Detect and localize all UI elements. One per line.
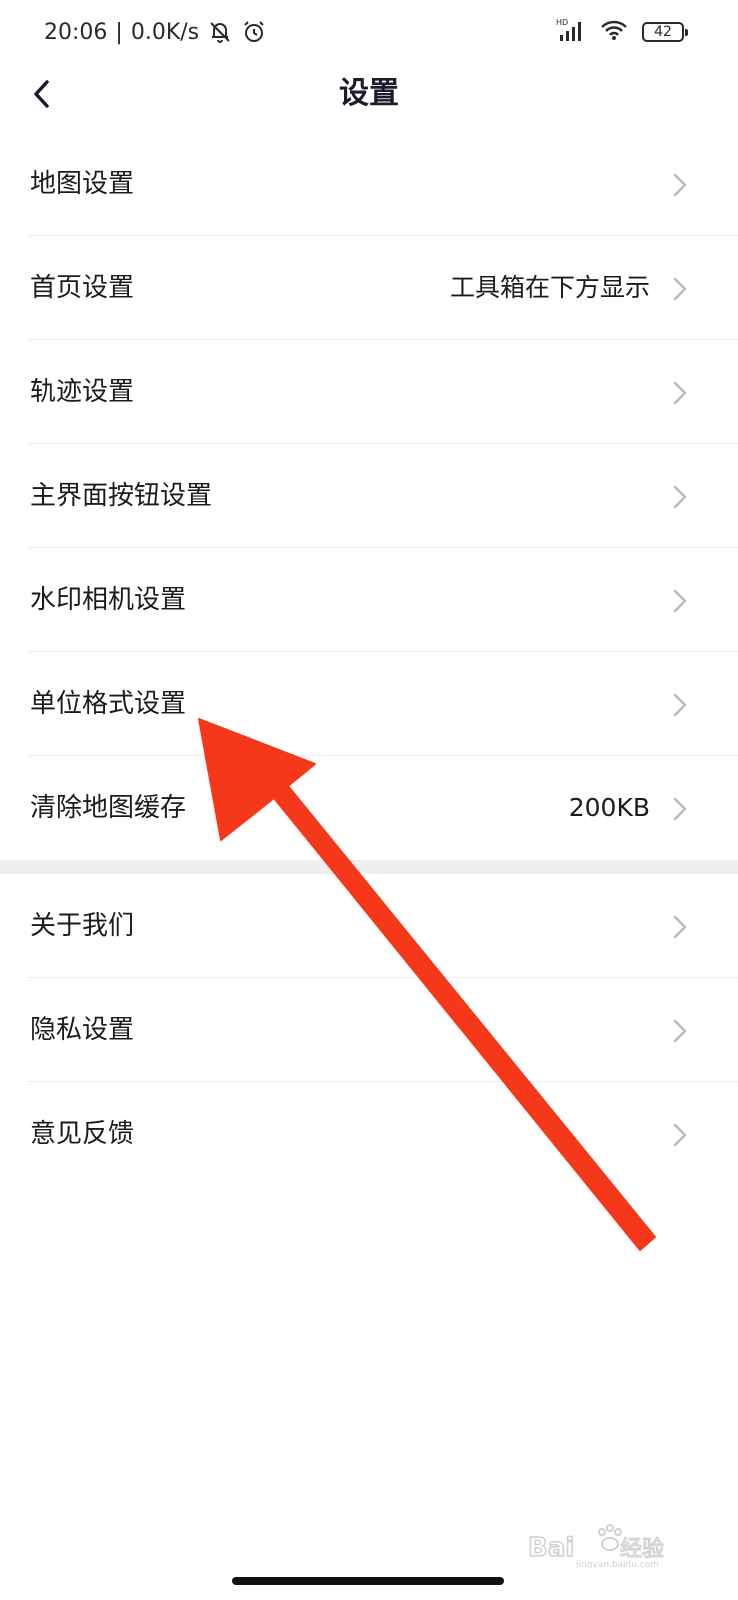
settings-row-label: 轨迹设置 xyxy=(30,377,135,407)
svg-text:Bai: Bai xyxy=(528,1533,574,1563)
chevron-right-icon xyxy=(673,485,687,509)
status-right: HD 42 xyxy=(556,17,688,47)
settings-row-value: 工具箱在下方显示 xyxy=(449,273,650,302)
chevron-right-icon xyxy=(673,1019,687,1043)
section-divider xyxy=(0,860,738,874)
status-separator: | xyxy=(115,19,123,45)
settings-row-label: 单位格式设置 xyxy=(30,689,187,719)
svg-text:jingyan.baidu.com: jingyan.baidu.com xyxy=(575,1560,659,1568)
battery-level: 42 xyxy=(654,24,672,40)
settings-row-value: 200KB xyxy=(568,793,650,822)
settings-row-group1-0[interactable]: 地图设置 xyxy=(0,132,738,236)
svg-text:经验: 经验 xyxy=(620,1537,664,1562)
bell-off-icon xyxy=(207,19,233,45)
settings-row-label: 意见反馈 xyxy=(30,1119,135,1149)
svg-text:HD: HD xyxy=(556,18,568,27)
status-bar: 20:06 | 0.0K/s HD 42 xyxy=(0,0,738,66)
status-left: 20:06 | 0.0K/s xyxy=(44,17,267,47)
settings-group-about: 关于我们 隐私设置 意见反馈 xyxy=(0,874,738,1186)
status-time: 20:06 xyxy=(44,19,108,45)
page-title: 设置 xyxy=(339,76,399,111)
settings-row-group1-6[interactable]: 清除地图缓存 200KB xyxy=(0,756,738,860)
chevron-right-icon xyxy=(673,693,687,717)
wifi-icon xyxy=(600,18,628,46)
baidu-jingyan-watermark: Bai 经验 jingyan.baidu.com xyxy=(528,1524,665,1568)
battery-icon: 42 xyxy=(642,22,688,42)
settings-row-group2-2[interactable]: 意见反馈 xyxy=(0,1082,738,1186)
settings-list: 地图设置 首页设置 工具箱在下方显示 轨迹设置 主界面按钮设置 水印相机设置 单… xyxy=(0,132,738,1186)
settings-group-main: 地图设置 首页设置 工具箱在下方显示 轨迹设置 主界面按钮设置 水印相机设置 单… xyxy=(0,132,738,860)
chevron-right-icon xyxy=(673,381,687,405)
chevron-right-icon xyxy=(673,915,687,939)
settings-row-group1-4[interactable]: 水印相机设置 xyxy=(0,548,738,652)
chevron-right-icon xyxy=(673,173,687,197)
hd-signal-icon: HD xyxy=(556,17,586,47)
settings-row-label: 关于我们 xyxy=(30,911,135,941)
settings-row-label: 地图设置 xyxy=(30,169,135,199)
settings-row-label: 清除地图缓存 xyxy=(30,793,187,823)
settings-row-group1-2[interactable]: 轨迹设置 xyxy=(0,340,738,444)
settings-row-group2-1[interactable]: 隐私设置 xyxy=(0,978,738,1082)
status-network-speed: 0.0K/s xyxy=(130,19,200,45)
header: 设置 xyxy=(0,66,738,122)
settings-row-group2-0[interactable]: 关于我们 xyxy=(0,874,738,978)
settings-row-group1-1[interactable]: 首页设置 工具箱在下方显示 xyxy=(0,236,738,340)
settings-row-group1-3[interactable]: 主界面按钮设置 xyxy=(0,444,738,548)
chevron-right-icon xyxy=(673,589,687,613)
chevron-right-icon xyxy=(673,1123,687,1147)
settings-row-label: 水印相机设置 xyxy=(30,585,187,615)
alarm-icon xyxy=(241,19,267,45)
settings-row-group1-5[interactable]: 单位格式设置 xyxy=(0,652,738,756)
settings-row-label: 主界面按钮设置 xyxy=(30,481,213,511)
settings-row-label: 首页设置 xyxy=(30,273,135,303)
home-indicator[interactable] xyxy=(232,1577,504,1585)
chevron-right-icon xyxy=(673,277,687,301)
chevron-right-icon xyxy=(673,797,687,821)
settings-row-label: 隐私设置 xyxy=(30,1015,135,1045)
